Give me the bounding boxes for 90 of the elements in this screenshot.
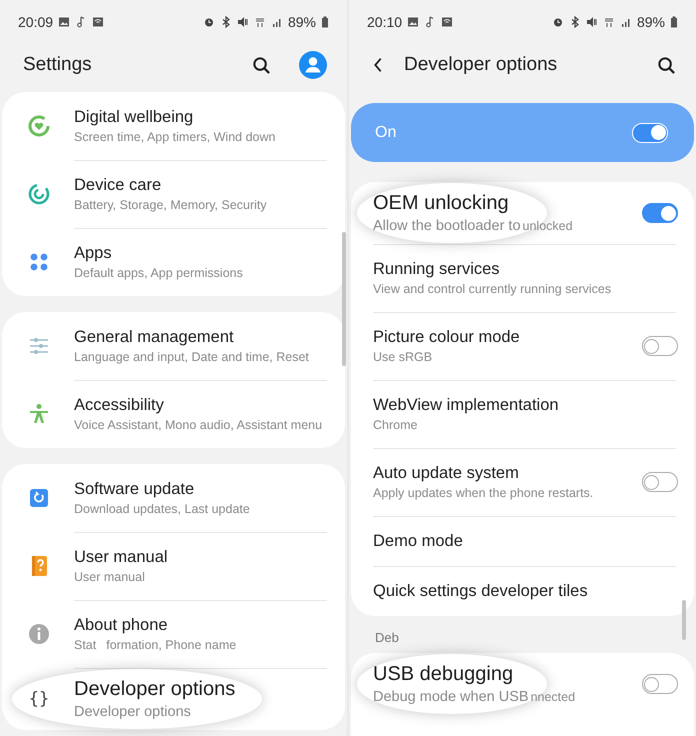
item-title: Developer options — [74, 678, 236, 701]
heart-ring-icon — [27, 114, 51, 138]
item-title: Apps — [74, 244, 113, 263]
page-title: Settings — [23, 54, 92, 76]
mute-icon — [236, 16, 249, 28]
item-subtitle: Battery, Storage, Memory, Security — [74, 198, 267, 212]
toggle-switch[interactable] — [642, 203, 678, 223]
update-icon — [27, 486, 51, 510]
item-title: About phone — [74, 616, 169, 635]
settings-item[interactable]: Software update Download updates, Last update — [2, 464, 345, 532]
alarm-icon — [202, 16, 215, 28]
network-icon — [254, 16, 266, 28]
refresh-ring-icon — [27, 182, 51, 206]
settings-item[interactable]: General management Language and input, Date and time, Reset — [2, 312, 345, 380]
item-title: Software update — [74, 480, 196, 499]
picture-icon — [58, 16, 70, 28]
back-icon[interactable] — [372, 56, 384, 74]
item-title: Device care — [74, 176, 162, 195]
search-icon[interactable] — [657, 56, 676, 74]
item-title: WebView implementation — [373, 396, 560, 415]
settings-item[interactable]: {} Developer options Developer options — [2, 668, 345, 730]
item-subtitle: View and control currently running services — [373, 282, 612, 296]
item-title: Quick settings developer tiles — [373, 582, 589, 600]
settings-item[interactable]: About phone Stat formation, Phone name — [2, 600, 345, 668]
picture-icon — [407, 16, 420, 28]
item-subtitle: Allow the bootloader to — [373, 218, 521, 234]
search-icon[interactable] — [252, 56, 271, 74]
item-title: Running services — [373, 260, 501, 279]
toggle-switch[interactable] — [642, 472, 678, 492]
settings-item[interactable]: Quick settings developer tiles — [351, 566, 694, 616]
settings-item[interactable]: Running services View and control currently running services — [351, 244, 694, 312]
item-subtitle: Screen time, App timers, Wind down — [74, 130, 276, 144]
settings-item[interactable]: Picture colour mode Use sRGB — [351, 312, 694, 380]
wifi-icon — [92, 16, 104, 28]
settings-item[interactable]: Device care Battery, Storage, Memory, Security — [2, 160, 345, 228]
item-subtitle: Developer options — [74, 704, 191, 720]
item-title: OEM unlocking — [373, 192, 510, 215]
settings-item[interactable]: Accessibility Voice Assistant, Mono audio, Assistant menu — [2, 380, 345, 448]
master-label: On — [375, 124, 396, 142]
section-header: Deb — [375, 630, 399, 645]
item-subtitle: Debug mode when USB — [373, 689, 529, 705]
item-subtitle: Stat — [74, 638, 96, 652]
battery-level: 89% — [636, 14, 665, 30]
settings-item[interactable]: OEM unlocking Allow the bootloader to unlocked — [351, 182, 694, 244]
item-subtitle-fragment: unlocked — [522, 219, 573, 233]
settings-item[interactable]: Apps Default apps, App permissions — [2, 228, 345, 296]
item-subtitle: Chrome — [373, 418, 418, 432]
item-subtitle: User manual — [74, 570, 145, 584]
settings-item[interactable]: USB debugging Debug mode when USB nnected — [351, 653, 694, 715]
battery-icon — [670, 16, 678, 28]
item-title: Accessibility — [74, 396, 165, 415]
item-subtitle: Apply updates when the phone restarts. — [373, 486, 594, 500]
item-title: Demo mode — [373, 532, 464, 550]
alarm-icon — [552, 16, 564, 28]
item-subtitle: Download updates, Last update — [74, 502, 250, 516]
status-time: 20:10 — [367, 14, 402, 30]
battery-icon — [321, 16, 329, 28]
settings-item[interactable]: Auto update system Apply updates when the phone restarts. — [351, 448, 694, 516]
signal-icon — [620, 16, 632, 28]
scrollbar[interactable] — [342, 232, 346, 366]
wifi-icon — [441, 16, 454, 28]
item-subtitle: Default apps, App permissions — [74, 266, 243, 280]
status-time: 20:09 — [18, 14, 54, 30]
item-subtitle-fragment: nnected — [530, 690, 576, 704]
item-subtitle: Language and input, Date and time, Reset — [74, 350, 309, 364]
item-subtitle-fragment: formation, Phone name — [106, 638, 236, 652]
item-title: General management — [74, 328, 235, 347]
battery-level: 89% — [288, 14, 316, 30]
item-title: Picture colour mode — [373, 328, 521, 347]
settings-item[interactable]: User manual User manual — [2, 532, 345, 600]
info-icon — [27, 622, 51, 646]
toggle-switch[interactable] — [642, 674, 678, 694]
item-subtitle: Voice Assistant, Mono audio, Assistant menu — [74, 418, 322, 432]
signal-icon — [270, 16, 283, 28]
item-title: Auto update system — [373, 464, 520, 483]
network-icon — [602, 16, 615, 28]
scrollbar[interactable] — [682, 600, 686, 640]
toggle-switch[interactable] — [642, 336, 678, 356]
profile-avatar-icon[interactable] — [299, 51, 327, 79]
braces-icon: {} — [28, 689, 50, 709]
settings-item[interactable]: WebView implementation Chrome — [351, 380, 694, 448]
settings-item[interactable]: Digital wellbeing Screen time, App timers, Wind down — [2, 92, 345, 160]
item-subtitle: Use sRGB — [373, 350, 432, 364]
item-title: User manual — [74, 548, 169, 567]
mute-icon — [586, 16, 598, 28]
settings-item[interactable]: Demo mode — [351, 516, 694, 566]
item-title: USB debugging — [373, 663, 514, 686]
page-title: Developer options — [404, 54, 558, 76]
item-title: Digital wellbeing — [74, 108, 194, 127]
person-icon — [27, 402, 51, 426]
